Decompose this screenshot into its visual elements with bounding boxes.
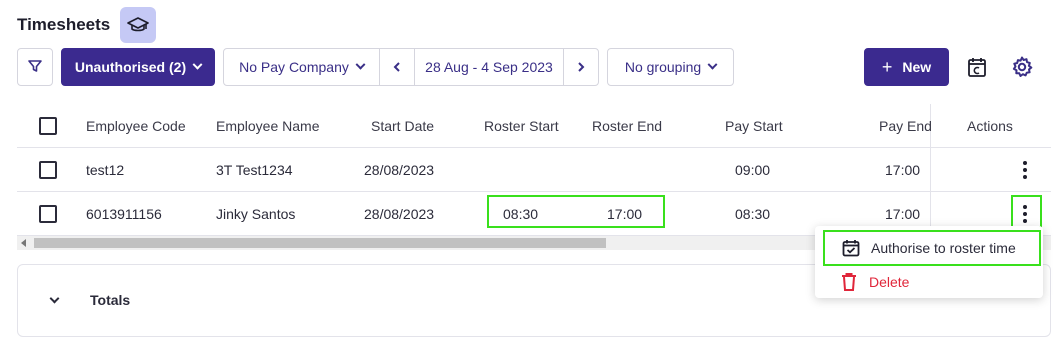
scroll-left-arrow-icon[interactable] xyxy=(21,239,26,247)
column-header[interactable]: Employee Name xyxy=(216,118,320,134)
menu-item-label: Authorise to roster time xyxy=(871,240,1016,256)
chevron-down-icon xyxy=(707,59,718,70)
pay-start: 09:00 xyxy=(735,161,771,178)
filter-icon xyxy=(27,58,43,77)
employee-name: 3T Test1234 xyxy=(216,161,293,178)
pay-end: 17:00 xyxy=(885,161,921,178)
employee-code: test12 xyxy=(86,161,125,178)
employee-code: 6013911156 xyxy=(86,205,162,222)
pay-company-label: No Pay Company xyxy=(239,59,349,75)
delete-item[interactable]: Delete xyxy=(823,264,1041,300)
table-header: Employee Code Employee Name Start Date R… xyxy=(17,104,1051,148)
settings-button[interactable] xyxy=(1005,50,1039,84)
title-row: Timesheets xyxy=(17,7,157,43)
scrollbar-thumb[interactable] xyxy=(34,238,606,248)
column-header[interactable]: Pay Start xyxy=(725,118,783,134)
trash-icon xyxy=(839,272,859,292)
row-actions-kebab-icon[interactable] xyxy=(1017,157,1033,183)
status-filter-dropdown[interactable]: Unauthorised (2) xyxy=(61,48,215,86)
filter-button[interactable] xyxy=(17,48,53,86)
table-row[interactable]: test12 3T Test1234 28/08/2023 09:00 17:0… xyxy=(17,148,1051,192)
new-button[interactable]: + New xyxy=(864,48,949,86)
pay-company-dropdown[interactable]: No Pay Company xyxy=(224,49,380,85)
gear-icon xyxy=(1012,56,1033,77)
grouping-label: No grouping xyxy=(624,59,702,75)
calendar-icon xyxy=(968,58,986,77)
start-date: 28/08/2023 xyxy=(364,205,435,222)
authorise-to-roster-time-item[interactable]: Authorise to roster time xyxy=(823,230,1041,266)
column-header[interactable]: Roster End xyxy=(592,118,662,134)
employee-name: Jinky Santos xyxy=(216,205,296,222)
menu-item-label: Delete xyxy=(869,274,910,290)
chevron-down-icon[interactable] xyxy=(49,293,60,304)
chevron-left-icon xyxy=(393,62,400,72)
next-period-button[interactable] xyxy=(564,49,598,85)
page-title: Timesheets xyxy=(17,15,111,34)
pay-end: 17:00 xyxy=(885,205,921,222)
date-range-label[interactable]: 28 Aug - 4 Sep 2023 xyxy=(414,49,564,85)
calendar-check-icon xyxy=(841,238,861,258)
new-button-label: New xyxy=(902,59,932,75)
totals-label: Totals xyxy=(90,292,131,308)
row-checkbox[interactable] xyxy=(39,160,57,179)
column-header[interactable]: Start Date xyxy=(371,118,434,134)
column-header[interactable]: Roster Start xyxy=(484,118,559,134)
chevron-down-icon xyxy=(355,59,366,70)
pay-start: 08:30 xyxy=(735,205,771,222)
row-actions-menu: Authorise to roster time Delete xyxy=(815,226,1043,298)
status-filter-label: Unauthorised (2) xyxy=(74,59,187,75)
row-checkbox[interactable] xyxy=(39,204,57,223)
grouping-dropdown[interactable]: No grouping xyxy=(607,48,734,86)
actions-highlight xyxy=(1011,195,1042,228)
chevron-right-icon xyxy=(578,62,585,72)
previous-period-button[interactable] xyxy=(380,49,414,85)
column-header[interactable]: Employee Code xyxy=(86,118,186,134)
date-range-picker: No Pay Company 28 Aug - 4 Sep 2023 xyxy=(223,48,599,86)
start-date: 28/08/2023 xyxy=(364,161,435,178)
plus-icon: + xyxy=(881,56,893,77)
chevron-down-icon xyxy=(192,59,203,70)
calendar-button[interactable] xyxy=(960,50,994,84)
toolbar: Unauthorised (2) No Pay Company 28 Aug -… xyxy=(17,48,1051,86)
select-all-checkbox[interactable] xyxy=(39,116,57,135)
graduation-cap-icon[interactable] xyxy=(120,7,157,43)
column-header[interactable]: Pay End xyxy=(879,118,932,134)
column-header: Actions xyxy=(967,117,1013,134)
roster-time-highlight xyxy=(487,195,665,228)
